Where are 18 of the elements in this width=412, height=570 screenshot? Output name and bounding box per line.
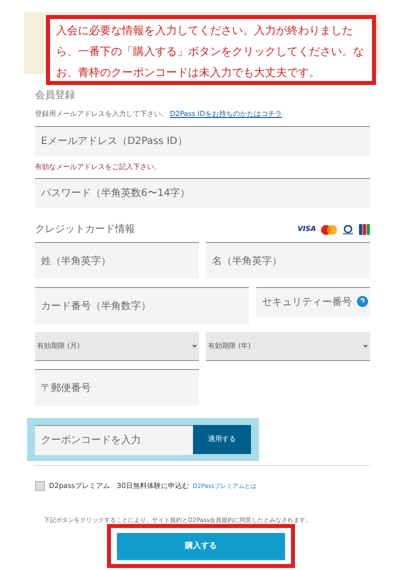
caret-icon (192, 344, 197, 348)
notice-text: 入会に必要な情報を入力してください。入力が終わりましたら、一番下の「購入する」ボタンをクリックしてください。なお、青枠のクーポンコードは未入力でも大丈夫です。 (46, 15, 376, 85)
input-field[interactable]: Eメールアドレス（D2Pass ID） (35, 126, 370, 156)
input-field[interactable]: 姓（半角英字） (35, 242, 199, 279)
card-logo-icon (359, 224, 370, 235)
input-field[interactable]: セキュリティー番号 (256, 287, 370, 317)
input-field[interactable]: 名（半角英字） (206, 242, 370, 279)
section-title: クレジットカード情報 (35, 222, 135, 237)
caret-icon (363, 344, 368, 348)
input-field[interactable]: カード番号（半角数字） (35, 287, 249, 324)
input-field[interactable]: パスワード（半角英数6〜14字） (35, 178, 370, 208)
checkbox[interactable] (35, 481, 45, 492)
input-field[interactable]: 〒郵便番号 (35, 369, 199, 406)
card-logo-icon (342, 224, 354, 234)
section-title: 会員登録 (35, 89, 76, 103)
overlapping-circles-icon (321, 224, 337, 234)
coupon-field[interactable]: クーポンコードを入力 (35, 425, 193, 455)
help-icon[interactable] (357, 296, 368, 307)
